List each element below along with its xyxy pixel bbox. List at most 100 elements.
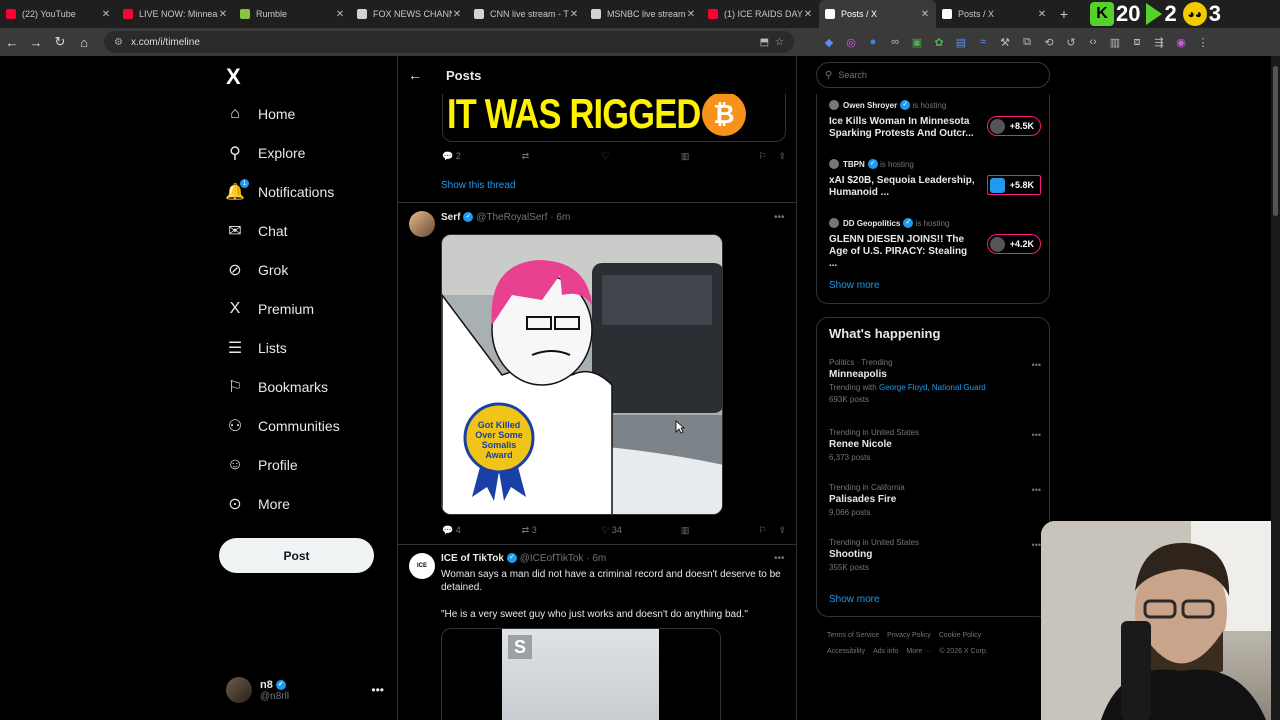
cast-icon[interactable]: ⇶ (1148, 34, 1170, 50)
back-arrow-icon[interactable]: ← (408, 67, 428, 83)
browser-tab[interactable]: CNN live stream - T ✕ (468, 0, 585, 28)
extensions-puzzle-icon[interactable]: ⧉ (1016, 34, 1038, 50)
footer-link[interactable]: Terms of Service (827, 632, 879, 639)
show-thread-link[interactable]: Show this thread (441, 180, 516, 191)
extension-leaf-icon[interactable]: ✿ (928, 34, 950, 50)
more-icon[interactable]: ••• (371, 683, 384, 697)
extension-shield-icon[interactable]: ◆ (818, 34, 840, 50)
trend-item[interactable]: Trending in United States Shooting 355K p… (829, 538, 1041, 572)
footer-link[interactable]: Privacy Policy (887, 632, 931, 639)
browser-tab[interactable]: LIVE NOW: Minneap ✕ (117, 0, 234, 28)
share-button[interactable]: ⇪ (778, 525, 786, 536)
extension-circle-icon[interactable]: ◎ (840, 34, 862, 50)
extension-glasses-icon[interactable]: ∞ (884, 34, 906, 50)
trend-item[interactable]: Trending in United States Renee Nicole 6,… (829, 428, 1041, 462)
star-icon[interactable]: ☆ (775, 37, 784, 48)
tweet-more-icon[interactable]: ••• (774, 553, 785, 564)
browser-tab[interactable]: Posts / X ✕ (936, 0, 1053, 28)
browser-tab[interactable]: MSNBC live stream ✕ (585, 0, 702, 28)
reply-button[interactable]: 💬 2 (442, 151, 522, 162)
tweet-media-banner[interactable]: IT WAS RIGGED ₿ (442, 86, 786, 142)
author-name[interactable]: Serf (441, 212, 460, 223)
live-space-item[interactable]: DD Geopolitics ✓ is hosting GLENN DIESEN … (829, 218, 1041, 272)
nav-item-home[interactable]: ⌂ Home (226, 96, 295, 132)
tweet-video[interactable]: S (441, 628, 721, 720)
show-more-link[interactable]: Show more (829, 594, 880, 605)
search-input[interactable]: ⚲ Search (816, 62, 1050, 88)
show-more-link[interactable]: Show more (829, 280, 880, 291)
repost-button[interactable]: ⇄ 3 (522, 525, 602, 536)
media-icon[interactable]: ⧈ (1126, 34, 1148, 50)
timeline-column[interactable]: ← Posts IT WAS RIGGED ₿ 💬 2 ⇄ ♡ ▥ ⚐ ⇪ Sh… (397, 56, 797, 720)
close-icon[interactable]: ✕ (569, 9, 579, 20)
avatar[interactable] (409, 211, 435, 237)
close-icon[interactable]: ✕ (452, 9, 462, 20)
footer-link[interactable]: Cookie Policy (939, 632, 981, 639)
close-icon[interactable]: ✕ (335, 9, 345, 20)
reply-button[interactable]: 💬 4 (442, 525, 522, 536)
tweet-image[interactable]: Got Killed Over Some Somalis Award (441, 234, 723, 515)
extension-dot-icon[interactable]: ● (862, 34, 884, 50)
code-icon[interactable]: ‹› (1082, 34, 1104, 50)
timestamp[interactable]: 6m (556, 212, 570, 223)
x-logo[interactable]: X (226, 64, 241, 90)
bookmark-button[interactable]: ⚐ (759, 525, 779, 536)
footer-link[interactable]: Accessibility (827, 648, 865, 655)
views-button[interactable]: ▥ (681, 151, 759, 162)
nav-item-premium[interactable]: X Premium (226, 291, 314, 327)
scrollbar[interactable] (1271, 56, 1280, 720)
nav-item-chat[interactable]: ✉ Chat (226, 213, 287, 249)
reload-icon[interactable]: ↻ (48, 34, 72, 50)
live-space-item[interactable]: Owen Shroyer ✓ is hosting Ice Kills Woman… (829, 100, 1041, 154)
sidebar-icon[interactable]: ▥ (1104, 34, 1126, 50)
views-button[interactable]: ▥ (681, 525, 759, 536)
post-button[interactable]: Post (219, 538, 374, 573)
extension-tool-icon[interactable]: ⚒ (994, 34, 1016, 50)
extension-wave-icon[interactable]: ≈ (972, 34, 994, 50)
nav-item-more[interactable]: ⊙ More (226, 486, 290, 522)
trending-with-links[interactable]: George Floyd, National Guard (879, 383, 986, 392)
trend-item[interactable]: Politics · Trending Minneapolis Trending … (829, 358, 1041, 404)
footer-link[interactable]: More ··· (906, 648, 931, 655)
close-icon[interactable]: ✕ (218, 9, 228, 20)
listener-count-badge[interactable]: +4.2K (987, 234, 1041, 254)
extension-window-icon[interactable]: ▤ (950, 34, 972, 50)
nav-item-profile[interactable]: ☺ Profile (226, 447, 298, 483)
nav-item-lists[interactable]: ☰ Lists (226, 330, 287, 366)
trend-more-icon[interactable]: ••• (1032, 430, 1041, 440)
new-tab-button[interactable]: + (1053, 6, 1075, 22)
footer-link[interactable]: Ads info (873, 648, 898, 655)
close-icon[interactable]: ✕ (101, 9, 111, 20)
listener-count-badge[interactable]: +8.5K (987, 116, 1041, 136)
site-info-icon[interactable]: ⚙ (114, 37, 123, 48)
home-button-icon[interactable]: ⌂ (72, 35, 96, 50)
scrollbar-thumb[interactable] (1273, 66, 1278, 216)
close-icon[interactable]: ✕ (920, 9, 930, 20)
extension-green-icon[interactable]: ▣ (906, 34, 928, 50)
trend-more-icon[interactable]: ••• (1032, 485, 1041, 495)
live-space-item[interactable]: TBPN ✓ is hosting xAI $20B, Sequoia Leade… (829, 159, 1041, 213)
like-button[interactable]: ♡ 34 (601, 525, 681, 536)
browser-tab[interactable]: Posts / X ✕ (819, 0, 936, 28)
nav-item-bookmarks[interactable]: ⚐ Bookmarks (226, 369, 328, 405)
bookmark-button[interactable]: ⚐ (759, 151, 779, 162)
nav-item-notifications[interactable]: 🔔 1 Notifications (225, 174, 334, 210)
install-icon[interactable]: ⬒ (760, 37, 769, 48)
footer-link[interactable]: © 2026 X Corp. (939, 648, 987, 655)
browser-tab[interactable]: (22) YouTube ✕ (0, 0, 117, 28)
repost-button[interactable]: ⇄ (522, 151, 602, 162)
refresh-ext-icon[interactable]: ↺ (1060, 34, 1082, 50)
nav-item-grok[interactable]: ⊘ Grok (226, 252, 288, 288)
close-icon[interactable]: ✕ (803, 9, 813, 20)
share-button[interactable]: ⇪ (778, 151, 786, 162)
menu-kebab-icon[interactable]: ⋮ (1192, 34, 1214, 50)
close-icon[interactable]: ✕ (1037, 9, 1047, 20)
address-bar[interactable]: ⚙ x.com/i/timeline ⬒ ☆ (104, 31, 794, 53)
trend-item[interactable]: Trending in California Palisades Fire 9,0… (829, 483, 1041, 517)
tweet-more-icon[interactable]: ••• (774, 212, 785, 223)
browser-tab[interactable]: Rumble ✕ (234, 0, 351, 28)
nav-item-explore[interactable]: ⚲ Explore (226, 135, 305, 171)
browser-tab[interactable]: (1) ICE RAIDS DAY 3 ✕ (702, 0, 819, 28)
close-icon[interactable]: ✕ (686, 9, 696, 20)
browser-tab[interactable]: FOX NEWS CHANN ✕ (351, 0, 468, 28)
